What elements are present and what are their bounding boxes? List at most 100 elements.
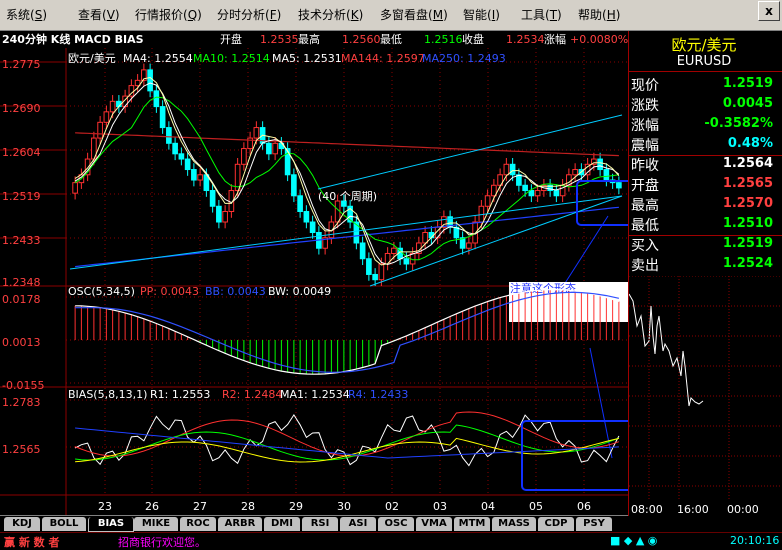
menu-tools[interactable]: 工具(T) <box>521 0 562 30</box>
osc-tick: 0.0178 <box>2 293 41 306</box>
tab-roc[interactable]: ROC <box>180 517 216 531</box>
candle-body <box>153 90 160 108</box>
bias-r2: R2: 1.2484 <box>222 388 282 401</box>
tab-kdj[interactable]: KDJ <box>4 517 40 531</box>
quote-value: 0.0045 <box>722 96 773 111</box>
menu-bar: 系统(S) 查看(V) 行情报价(Q) 分时分析(F) 技术分析(K) 多窗看盘… <box>0 0 782 31</box>
close-label: 收盘 <box>462 33 484 46</box>
tab-mass[interactable]: MASS <box>492 517 536 531</box>
osc-bb: BB: 0.0043 <box>205 285 266 298</box>
candle-body <box>172 142 178 155</box>
status-time: 20:10:16 <box>730 534 780 547</box>
candle-body <box>272 142 278 155</box>
candle-body <box>422 231 428 244</box>
price-tick: 1.2775 <box>2 58 41 71</box>
osc-histogram <box>74 289 620 375</box>
candle-body <box>222 211 228 223</box>
candle-body <box>572 169 578 176</box>
candle-body <box>266 142 272 155</box>
candle-body <box>522 184 528 192</box>
candle-body <box>284 148 291 176</box>
osc-tick: 0.0013 <box>2 336 41 349</box>
candle-body <box>253 127 260 139</box>
osc-tick: -0.0155 <box>2 379 44 392</box>
candle-body <box>309 221 316 233</box>
x-tick: 06 <box>577 500 591 513</box>
intraday-chart: 08:00 16:00 00:00 <box>629 276 782 516</box>
x-tick: 23 <box>98 500 112 513</box>
candle-body <box>503 163 510 176</box>
tab-mike[interactable]: MIKE <box>134 517 178 531</box>
candle-body <box>372 273 378 281</box>
quote-label: 最低 <box>631 218 659 234</box>
menu-system[interactable]: 系统(S) <box>6 0 47 30</box>
tab-rsi[interactable]: RSI <box>302 517 338 531</box>
menu-timeshare[interactable]: 分时分析(F) <box>217 0 281 30</box>
candle-body <box>241 148 247 165</box>
osc-label: OSC(5,34,5) <box>68 285 135 298</box>
quote-label: 涨跌 <box>631 98 659 114</box>
menu-technical[interactable]: 技术分析(K) <box>298 0 363 30</box>
bias-tick: 1.2565 <box>2 443 41 456</box>
ma10-label: MA10: 1.2514 <box>193 52 270 65</box>
candle-body <box>359 242 366 260</box>
tab-bias[interactable]: BIAS <box>88 517 134 532</box>
tab-osc[interactable]: OSC <box>378 517 414 531</box>
candle-body <box>166 127 172 144</box>
candle-body <box>72 182 78 194</box>
x-tick: 02 <box>385 500 399 513</box>
price-y-axis: 1.2775 1.2690 1.2604 1.2519 1.2433 1.234… <box>2 58 41 289</box>
quote-label: 现价 <box>631 78 659 94</box>
menu-multiwindow[interactable]: 多窗看盘(M) <box>380 0 448 30</box>
ma250-label: MA250: 1.2493 <box>422 52 506 65</box>
quote-label: 昨收 <box>631 158 659 174</box>
quote-name: 欧元/美元 <box>671 36 737 54</box>
quote-value: 1.2564 <box>722 156 773 171</box>
tab-dmi[interactable]: DMI <box>264 517 300 531</box>
price-tick: 1.2519 <box>2 190 41 203</box>
quote-value: 1.2519 <box>722 236 773 251</box>
menu-smart[interactable]: 智能(I) <box>463 0 500 30</box>
x-tick: 27 <box>193 500 207 513</box>
tab-mtm[interactable]: MTM <box>454 517 490 531</box>
menu-quotes[interactable]: 行情报价(Q) <box>135 0 202 30</box>
osc-pp: PP: 0.0043 <box>140 285 199 298</box>
close-button[interactable]: x <box>758 1 780 21</box>
quote-label: 涨幅 <box>631 118 659 134</box>
tab-boll[interactable]: BOLL <box>42 517 86 531</box>
low-value: 1.2516 <box>424 33 463 46</box>
quote-value: 1.2524 <box>722 256 773 271</box>
close-value: 1.2534 <box>506 33 545 46</box>
x-tick: 26 <box>145 500 159 513</box>
ma4-label: MA4: 1.2554 <box>123 52 193 65</box>
candle-body <box>534 190 541 197</box>
period-annotation: (40 个周期) <box>318 190 377 203</box>
quote-label: 卖出 <box>631 258 659 274</box>
tab-vma[interactable]: VMA <box>416 517 452 531</box>
channel-lower-line <box>69 195 623 270</box>
bias-ma1: MA1: 1.2534 <box>280 388 350 401</box>
candle-body <box>159 106 166 129</box>
time-tick: 08:00 <box>631 503 663 516</box>
candle-body <box>378 263 385 281</box>
x-tick: 04 <box>481 500 495 513</box>
indicator-tabs: KDJ BOLL BIAS MIKE ROC ARBR DMI RSI ASI OSC VMA MTM… <box>0 515 628 532</box>
technical-chart[interactable]: 欧元/美元 MA4: 1.2554 MA10: 1.2514 MA5: 1.25… <box>0 48 628 516</box>
ma10-line <box>74 96 619 261</box>
candle-body <box>209 190 216 207</box>
tab-asi[interactable]: ASI <box>340 517 376 531</box>
candle-body <box>109 100 116 113</box>
quote-label: 震幅 <box>631 138 659 154</box>
intraday-line <box>629 293 704 407</box>
chart-header: 240分钟 K线 MACD BIAS 开盘 1.2535 最高 1.2560 最… <box>0 31 628 48</box>
menu-view[interactable]: 查看(V) <box>78 0 120 30</box>
high-value: 1.2560 <box>342 33 381 46</box>
price-tick: 1.2604 <box>2 146 41 159</box>
candle-body <box>403 258 410 265</box>
candle-body <box>184 158 191 171</box>
menu-help[interactable]: 帮助(H) <box>578 0 620 30</box>
tab-psy[interactable]: PSY <box>576 517 612 531</box>
tab-cdp[interactable]: CDP <box>538 517 574 531</box>
network-icon: ■ ◆ ▲ ◉ <box>610 534 658 547</box>
tab-arbr[interactable]: ARBR <box>218 517 262 531</box>
